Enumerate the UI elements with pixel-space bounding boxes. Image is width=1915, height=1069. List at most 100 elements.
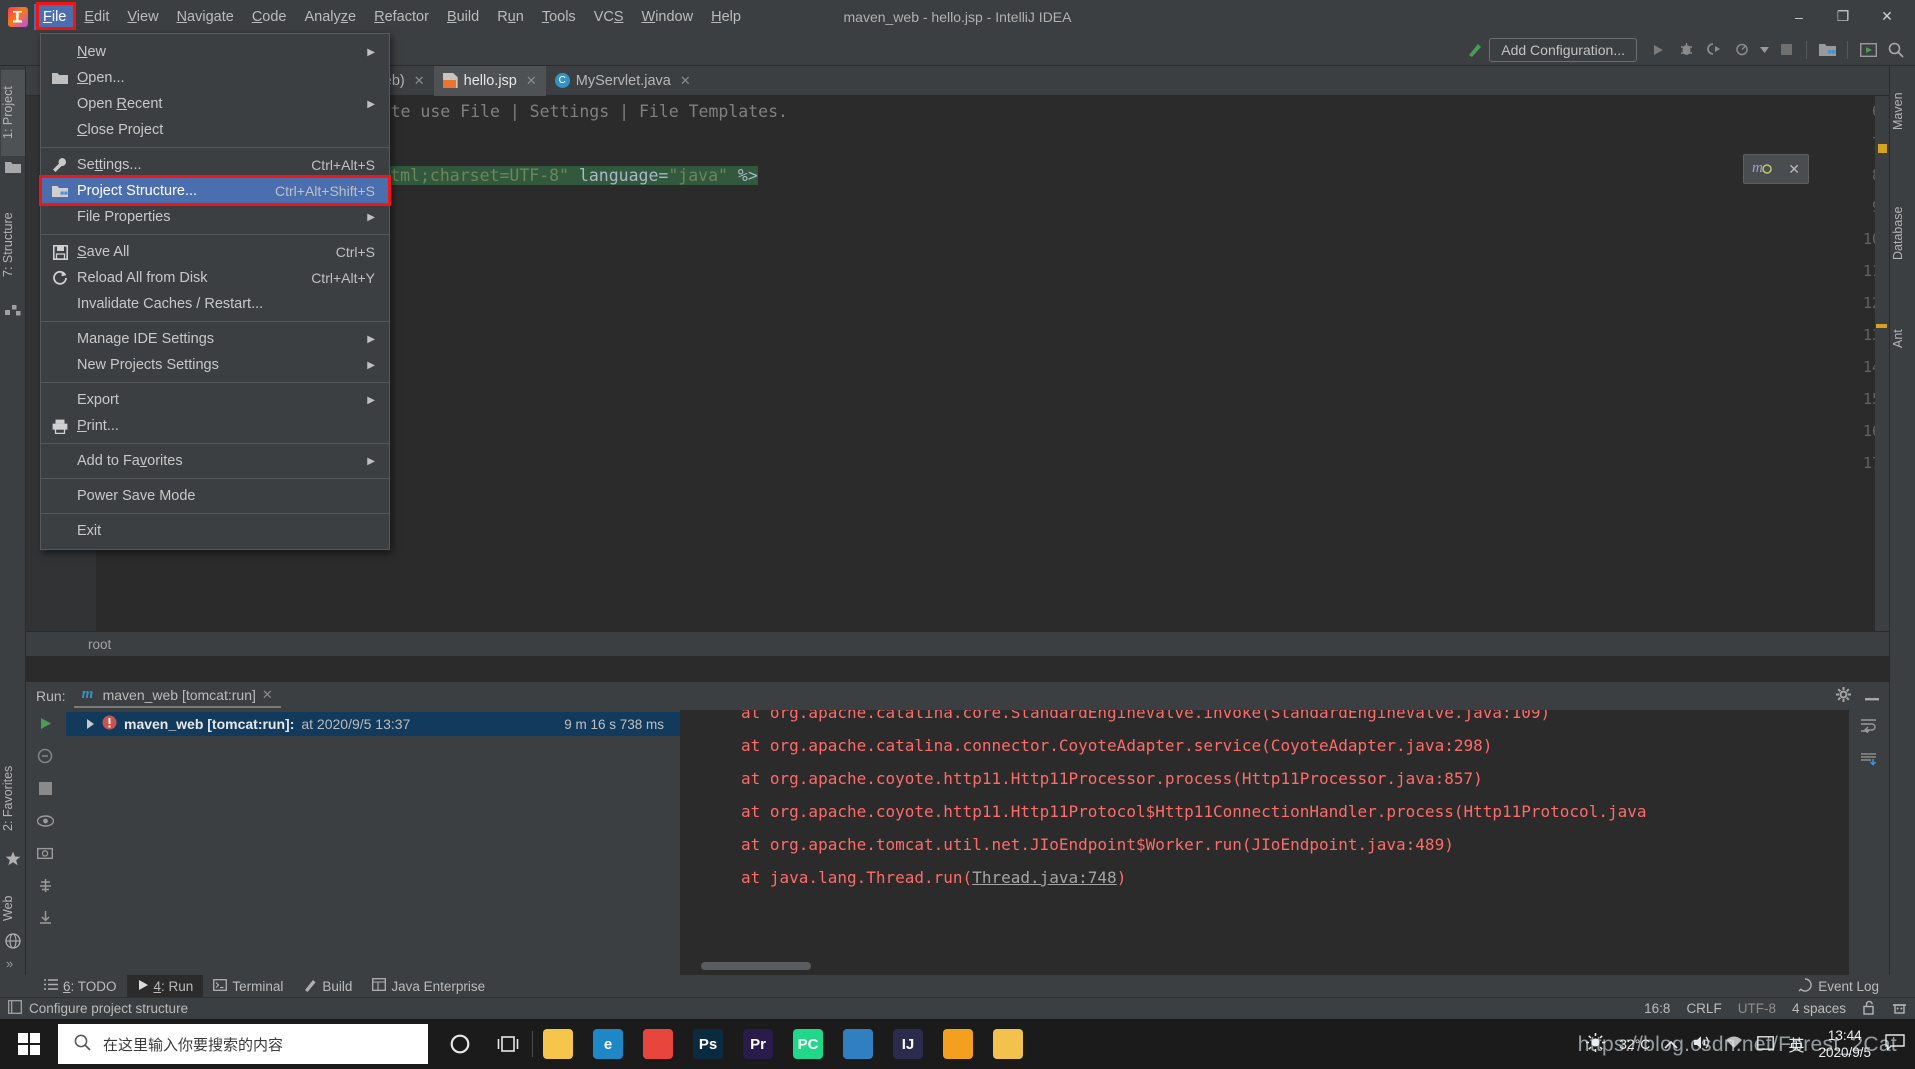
taskbar-app-media-player[interactable]: [983, 1019, 1033, 1069]
search-icon[interactable]: [1883, 37, 1909, 63]
menu-item-project-structure[interactable]: Project Structure... Ctrl+Alt+Shift+S: [39, 175, 391, 206]
unlocked-icon[interactable]: [1862, 1000, 1876, 1018]
close-icon[interactable]: ✕: [262, 687, 273, 703]
menu-bar[interactable]: File Edit View Navigate Code Analyze Refactor B…: [34, 0, 750, 33]
run-result-tree[interactable]: maven_web [tomcat:run]: at 2020/9/5 13:3…: [66, 710, 681, 975]
file-menu-popup[interactable]: New ▶ Open... Open Recent ▶ Close Project Sett…: [39, 33, 391, 550]
breadcrumb[interactable]: root: [26, 631, 1889, 656]
project-structure-icon[interactable]: [1814, 37, 1840, 63]
sidebar-item-database[interactable]: Database: [1891, 184, 1915, 282]
export-icon[interactable]: [36, 910, 54, 928]
stacktrace-link[interactable]: Thread.java:748: [972, 868, 1117, 887]
filter-icon[interactable]: [36, 878, 54, 896]
more-tools-icon[interactable]: »: [6, 955, 22, 971]
taskbar-clock[interactable]: 13:44 2020/9/5: [1818, 1027, 1871, 1061]
taskbar-app-pycharm[interactable]: PC: [783, 1019, 833, 1069]
taskbar-app-edge[interactable]: e: [583, 1019, 633, 1069]
bottom-tab-java-enterprise[interactable]: Java Enterprise: [362, 975, 495, 997]
taskbar-app-navicat[interactable]: [833, 1019, 883, 1069]
menubar-item-tools[interactable]: Tools: [533, 4, 585, 30]
line-separator[interactable]: CRLF: [1686, 1001, 1721, 1016]
menu-item-save-all[interactable]: Save All Ctrl+S: [41, 239, 389, 265]
menu-item-new[interactable]: New ▶: [41, 39, 389, 65]
indent-setting[interactable]: 4 spaces: [1792, 1001, 1846, 1016]
maximize-button[interactable]: ❐: [1821, 0, 1865, 33]
presentation-icon[interactable]: [1855, 37, 1881, 63]
file-encoding[interactable]: UTF-8: [1738, 1001, 1776, 1016]
camera-icon[interactable]: [36, 846, 54, 864]
menubar-item-window[interactable]: Window: [633, 4, 703, 30]
bottom-tab-6-todo[interactable]: 6: TODO: [34, 975, 127, 997]
weather-sun-icon[interactable]: [1586, 1033, 1606, 1055]
caret-position[interactable]: 16:8: [1644, 1001, 1670, 1016]
profile-icon[interactable]: [1729, 37, 1755, 63]
menubar-item-help[interactable]: Help: [702, 4, 750, 30]
volume-icon[interactable]: [1692, 1034, 1711, 1054]
run-icon[interactable]: [1645, 37, 1671, 63]
menubar-item-vcs[interactable]: VCS: [585, 4, 633, 30]
bottom-tab-terminal[interactable]: Terminal: [203, 975, 293, 997]
menu-item-power-save-mode[interactable]: Power Save Mode: [41, 483, 389, 509]
run-result-row[interactable]: maven_web [tomcat:run]: at 2020/9/5 13:3…: [66, 712, 680, 736]
taskbar-search-input[interactable]: 在这里输入你要搜索的内容: [58, 1024, 428, 1064]
event-log-button[interactable]: Event Log: [1798, 975, 1879, 997]
run-coverage-icon[interactable]: [1701, 37, 1727, 63]
task-view-icon[interactable]: [484, 1019, 532, 1069]
menu-item-open-recent[interactable]: Open Recent ▶: [41, 91, 389, 117]
rerun-failed-icon[interactable]: [36, 748, 54, 766]
menu-item-new-projects-settings[interactable]: New Projects Settings ▶: [41, 352, 389, 378]
minimize-button[interactable]: –: [1777, 0, 1821, 33]
run-tab[interactable]: m maven_web [tomcat:run] ✕: [73, 685, 281, 708]
menu-item-open[interactable]: Open...: [41, 65, 389, 91]
menu-item-export[interactable]: Export ▶: [41, 387, 389, 413]
close-icon[interactable]: ✕: [526, 73, 537, 89]
menubar-item-view[interactable]: View: [118, 4, 167, 30]
close-icon[interactable]: ✕: [414, 73, 425, 89]
bottom-tab-4-run[interactable]: 4: Run: [126, 975, 204, 997]
menubar-item-build[interactable]: Build: [438, 4, 488, 30]
taskbar-apps[interactable]: e Ps Pr PC IJ: [533, 1019, 1033, 1069]
ime-language-label[interactable]: 英: [1788, 1032, 1804, 1056]
editor-tab-myservlet-java[interactable]: C MyServlet.java ✕: [546, 66, 700, 96]
sidebar-item-favorites[interactable]: 2: Favorites: [1, 749, 25, 847]
chevron-up-icon[interactable]: [1664, 1036, 1678, 1052]
warning-marker[interactable]: [1878, 144, 1887, 153]
warning-marker-2[interactable]: [1876, 324, 1887, 328]
editor-tab-hello-jsp[interactable]: hello.jsp ✕: [433, 65, 546, 96]
taskbar-app-sublime[interactable]: [933, 1019, 983, 1069]
jsp-hint-popup[interactable]: m ✕: [1743, 154, 1809, 184]
sidebar-item-maven[interactable]: Maven: [1891, 72, 1915, 150]
menubar-item-file[interactable]: File: [34, 3, 76, 30]
bottom-tab-build[interactable]: Build: [293, 975, 362, 997]
horizontal-scrollbar[interactable]: [701, 962, 811, 970]
start-button[interactable]: [0, 1019, 58, 1069]
ime-icon[interactable]: [1757, 1035, 1775, 1053]
close-icon[interactable]: ✕: [1788, 161, 1800, 178]
menubar-item-run[interactable]: Run: [488, 4, 533, 30]
network-icon[interactable]: [1725, 1035, 1743, 1053]
menu-item-add-to-favorites[interactable]: Add to Favorites ▶: [41, 448, 389, 474]
taskbar-app-intellij-idea[interactable]: IJ: [883, 1019, 933, 1069]
taskbar-app-photoshop[interactable]: Ps: [683, 1019, 733, 1069]
debug-icon[interactable]: [1673, 37, 1699, 63]
menubar-item-edit[interactable]: Edit: [75, 4, 118, 30]
stop-icon[interactable]: [36, 782, 54, 800]
taskbar-app-chrome[interactable]: [633, 1019, 683, 1069]
add-configuration-button[interactable]: Add Configuration...: [1489, 37, 1637, 62]
close-button[interactable]: ✕: [1865, 0, 1909, 33]
menu-item-reload-all-from-disk[interactable]: Reload All from Disk Ctrl+Alt+Y: [41, 265, 389, 291]
sidebar-item-structure[interactable]: 7: Structure: [1, 194, 25, 296]
sidebar-item-web[interactable]: Web: [1, 885, 25, 931]
menu-item-file-properties[interactable]: File Properties ▶: [41, 204, 389, 230]
menubar-item-code[interactable]: Code: [243, 4, 296, 30]
taskbar-app-file-explorer[interactable]: [533, 1019, 583, 1069]
chevron-down-icon[interactable]: [1757, 37, 1771, 63]
notifications-icon[interactable]: [1885, 1034, 1905, 1054]
menu-item-print[interactable]: Print...: [41, 413, 389, 439]
cortana-icon[interactable]: [436, 1019, 484, 1069]
settings-gear-icon[interactable]: [1836, 687, 1851, 705]
menu-item-invalidate-caches-restart[interactable]: Invalidate Caches / Restart...: [41, 291, 389, 317]
rerun-icon[interactable]: [36, 716, 54, 734]
menubar-item-analyze[interactable]: Analyze: [296, 4, 366, 30]
soft-wrap-icon[interactable]: [1859, 718, 1877, 736]
